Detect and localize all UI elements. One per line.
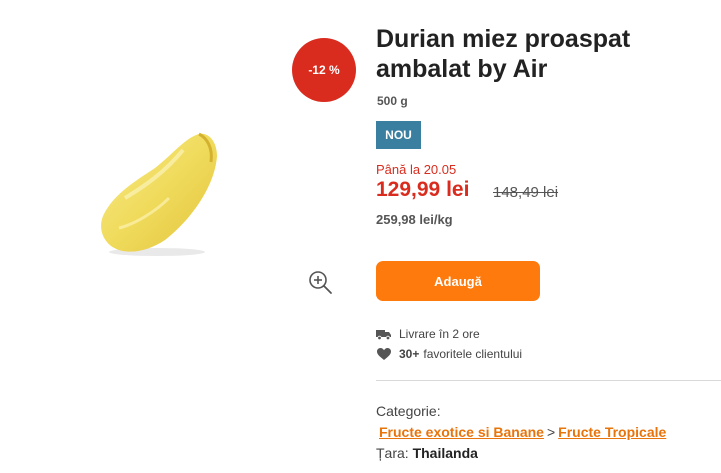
- truck-icon: [376, 327, 392, 341]
- promo-end-date: Până la 20.05: [376, 162, 457, 177]
- delivery-info: Livrare în 2 ore: [376, 327, 480, 341]
- product-image[interactable]: [95, 128, 225, 258]
- category-breadcrumb: Fructe exotice si Banane > Fructe Tropical…: [376, 424, 666, 440]
- heart-icon: [376, 347, 392, 361]
- divider: [376, 380, 721, 381]
- category-link-exotic[interactable]: Fructe exotice si Banane: [379, 424, 544, 440]
- category-link-tropical[interactable]: Fructe Tropicale: [558, 424, 666, 440]
- new-badge: NOU: [376, 121, 421, 149]
- discount-badge: -12 %: [292, 38, 356, 102]
- favorites-text: favoritele clientului: [423, 347, 523, 361]
- country-info: Țara: Thailanda: [376, 445, 478, 461]
- category-separator: >: [546, 424, 556, 440]
- delivery-text: Livrare în 2 ore: [399, 327, 480, 341]
- old-price: 148,49 lei: [493, 184, 559, 201]
- add-to-cart-button[interactable]: Adaugă: [376, 261, 540, 301]
- zoom-in-icon[interactable]: [306, 268, 334, 296]
- product-title: Durian miez proaspat ambalat by Air: [376, 25, 631, 83]
- current-price: 129,99 lei: [376, 178, 470, 201]
- category-label: Categorie:: [376, 403, 441, 419]
- favorites-info: 30+ favoritele clientului: [376, 347, 522, 361]
- durian-pulp-image: [101, 132, 217, 256]
- product-weight: 500 g: [377, 94, 408, 108]
- country-label: Țara:: [376, 445, 409, 461]
- country-value: Thailanda: [412, 445, 478, 461]
- favorites-count: 30+: [399, 347, 420, 361]
- unit-price: 259,98 lei/kg: [376, 212, 453, 227]
